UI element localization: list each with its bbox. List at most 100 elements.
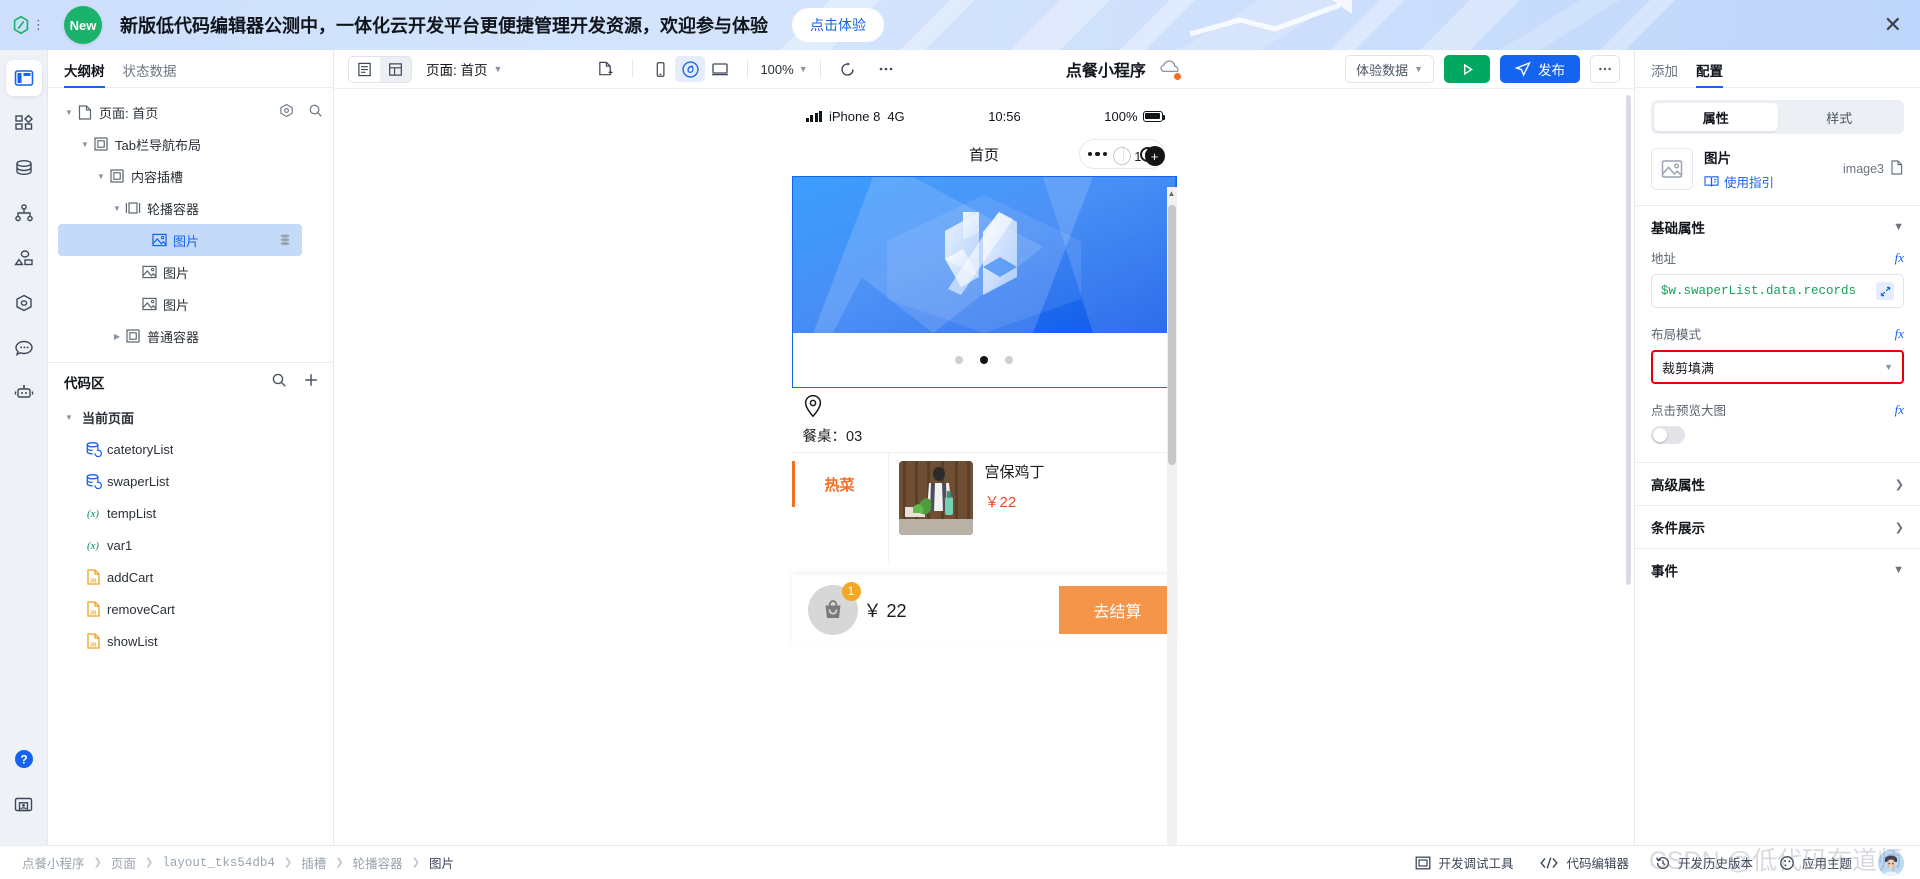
rail-item-help[interactable]: ? — [6, 741, 42, 777]
carousel-dot[interactable] — [1005, 356, 1013, 364]
tree-item-normal-container[interactable]: ▶ 普通容器 — [48, 320, 333, 352]
layout-mode-select[interactable]: 裁剪填满 ▼ — [1653, 352, 1902, 382]
tree-item-image-3[interactable]: 图片 — [48, 288, 333, 320]
chevron-down-icon[interactable]: ▼ — [62, 108, 76, 117]
cloud-status-icon[interactable] — [1160, 59, 1181, 80]
breadcrumb-item[interactable]: layout_tks54db4 — [162, 856, 275, 870]
code-item-swaperList[interactable]: swaperList — [48, 465, 333, 497]
segment-styles[interactable]: 样式 — [1778, 103, 1902, 131]
checkout-button[interactable]: 去结算 — [1058, 586, 1177, 634]
carousel-dot-active[interactable] — [980, 356, 988, 364]
close-icon[interactable]: ✕ — [1884, 14, 1902, 36]
usage-guide-link[interactable]: 使用指引 — [1704, 172, 1774, 191]
experience-data-button[interactable]: 体验数据 ▼ — [1345, 55, 1434, 83]
code-item-addCart[interactable]: JS addCart — [48, 561, 333, 593]
miniprogram-preview-icon[interactable] — [675, 56, 706, 82]
canvas-scroll-thumb[interactable] — [1626, 95, 1631, 585]
scroll-up-arrow-icon[interactable]: ▲ — [1168, 189, 1176, 198]
decrease-button[interactable] — [1113, 147, 1132, 165]
phone-scrollbar[interactable]: ▲ — [1166, 187, 1177, 845]
menu-dots-icon[interactable]: ⋮ — [32, 17, 46, 33]
fx-button[interactable]: fx — [1895, 250, 1904, 266]
rail-item-account[interactable] — [6, 786, 42, 822]
rail-item-assets[interactable] — [6, 240, 42, 276]
design-canvas[interactable]: iPhone 8 4G 10:56 100% 首页 餐桌：03 热菜 宫保鸡丁 … — [334, 89, 1634, 845]
group-events[interactable]: 事件 ▼ — [1635, 549, 1920, 591]
carousel-image[interactable] — [792, 177, 1176, 333]
chevron-down-icon[interactable]: ▼ — [62, 413, 76, 422]
breadcrumb-item[interactable]: 插槽 — [301, 853, 326, 872]
more-icon[interactable] — [871, 56, 901, 82]
mobile-preview-icon[interactable] — [645, 56, 675, 82]
more-actions-button[interactable] — [1590, 55, 1620, 83]
publish-button[interactable]: 发布 — [1500, 55, 1580, 83]
scroll-thumb[interactable] — [1167, 205, 1176, 465]
chevron-right-icon[interactable]: ▶ — [110, 332, 124, 341]
tree-item-content-slot[interactable]: ▼ 内容插槽 — [48, 160, 333, 192]
category-item-active[interactable]: 热菜 — [791, 453, 888, 515]
rail-item-layout[interactable] — [5, 60, 42, 96]
group-conditional-display[interactable]: 条件展示 ❯ — [1635, 506, 1920, 548]
page-selector[interactable]: 页面: 首页 ▼ — [426, 59, 502, 79]
breadcrumb-item[interactable]: 轮播容器 — [353, 853, 403, 872]
code-item-catetoryList[interactable]: catetoryList — [48, 433, 333, 465]
rail-item-settings[interactable] — [6, 285, 42, 321]
debug-tool-button[interactable]: 开发调试工具 — [1415, 853, 1513, 872]
code-item-var1[interactable]: (x) var1 — [48, 529, 333, 561]
fx-button[interactable]: fx — [1895, 402, 1904, 418]
user-avatar[interactable] — [1878, 849, 1904, 876]
code-item-tempList[interactable]: (x) tempList — [48, 497, 333, 529]
swiper-container-selected[interactable] — [791, 176, 1177, 388]
chevron-down-icon[interactable]: ▼ — [110, 204, 124, 213]
expand-icon[interactable] — [1876, 282, 1894, 300]
carousel-dot[interactable] — [955, 356, 963, 364]
run-preview-button[interactable] — [1444, 55, 1490, 83]
tree-item-swiper-container[interactable]: ▼ 轮播容器 — [48, 192, 333, 224]
tab-config[interactable]: 配置 — [1696, 60, 1723, 88]
new-page-icon[interactable] — [590, 56, 620, 82]
copy-icon[interactable] — [1890, 160, 1904, 178]
tree-item-image-selected[interactable]: 图片 — [58, 224, 302, 256]
breadcrumb-item-current[interactable]: 图片 — [429, 853, 454, 872]
search-icon[interactable] — [308, 103, 323, 121]
breadcrumb-item[interactable]: 页面 — [111, 853, 136, 872]
code-editor-button[interactable]: 代码编辑器 — [1539, 853, 1629, 872]
theme-button[interactable]: 应用主题 — [1779, 853, 1852, 872]
tab-outline-tree[interactable]: 大纲树 — [64, 60, 105, 88]
rail-item-flow[interactable] — [6, 195, 42, 231]
tree-item-image-2[interactable]: 图片 — [48, 256, 333, 288]
quantity-stepper[interactable]: 1 + — [1113, 146, 1165, 166]
rail-item-database[interactable] — [6, 150, 42, 186]
cart-icon-button[interactable]: 1 — [807, 582, 861, 635]
grid-view-icon[interactable] — [380, 56, 411, 82]
dish-image[interactable] — [898, 461, 973, 535]
tree-item-tabbar-layout[interactable]: ▼ Tab栏导航布局 — [48, 128, 333, 160]
zoom-selector[interactable]: 100% ▼ — [760, 62, 807, 77]
code-item-removeCart[interactable]: JS removeCart — [48, 593, 333, 625]
outline-view-icon[interactable] — [349, 57, 380, 82]
tab-add[interactable]: 添加 — [1651, 60, 1678, 87]
canvas-scrollbar[interactable] — [1626, 95, 1631, 839]
chevron-down-icon[interactable]: ▼ — [78, 140, 92, 149]
rail-item-components[interactable] — [6, 105, 42, 141]
code-item-showList[interactable]: JS showList — [48, 625, 333, 657]
carousel-dots[interactable] — [792, 333, 1176, 387]
rail-item-feedback[interactable] — [6, 330, 42, 366]
tree-item-page[interactable]: ▼ 页面: 首页 — [48, 96, 333, 128]
desktop-preview-icon[interactable] — [705, 56, 735, 82]
breadcrumb-item[interactable]: 点餐小程序 — [22, 853, 85, 872]
code-group-current-page[interactable]: ▼ 当前页面 — [48, 401, 333, 433]
promo-cta-button[interactable]: 点击体验 — [792, 8, 884, 42]
plus-icon[interactable] — [303, 372, 319, 393]
target-icon[interactable] — [279, 103, 294, 121]
data-bound-indicator[interactable] — [278, 233, 292, 247]
chevron-down-icon[interactable]: ▼ — [94, 172, 108, 181]
group-basic-properties[interactable]: 基础属性 ▼ — [1635, 206, 1920, 248]
address-input[interactable]: $w.swaperList.data.records — [1651, 274, 1904, 308]
preview-large-image-toggle[interactable] — [1651, 426, 1685, 444]
rail-item-assistant[interactable] — [6, 375, 42, 411]
increase-button[interactable]: + — [1144, 146, 1165, 166]
group-advanced-properties[interactable]: 高级属性 ❯ — [1635, 463, 1920, 505]
history-button[interactable]: 开发历史版本 — [1655, 853, 1753, 872]
segment-properties[interactable]: 属性 — [1654, 103, 1778, 131]
